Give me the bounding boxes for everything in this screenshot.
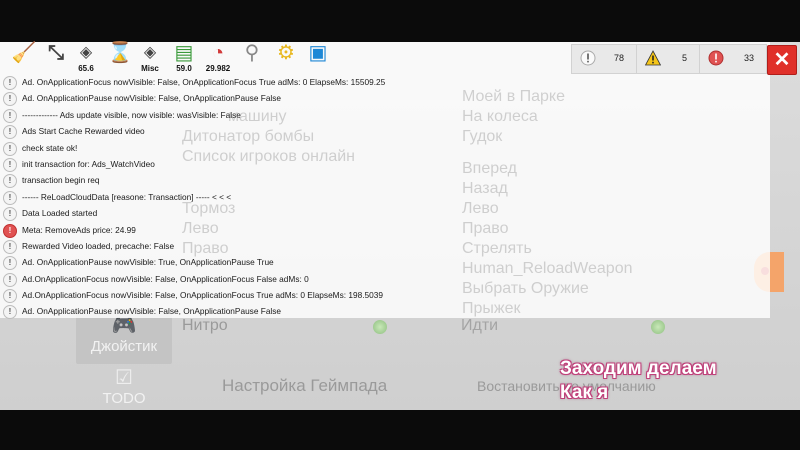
warning-filter-toggle[interactable]: 5	[636, 44, 700, 74]
todo-label: TODO	[102, 390, 146, 407]
log-row[interactable]: ! Data Loaded started	[0, 205, 770, 222]
video-caption-line-1: Заходим делаем	[560, 358, 717, 379]
time-button[interactable]: ◔ 29.982	[202, 42, 234, 74]
log-message: Ad. OnApplicationPause nowVisible: False…	[22, 93, 282, 104]
search-button[interactable]: ⚲	[236, 42, 268, 74]
fps-value: 65.6	[78, 64, 94, 73]
log-message: ------ ReLoadCloudData [reasone: Transac…	[22, 191, 232, 202]
log-message: Rewarded Video loaded, precache: False	[22, 240, 175, 251]
timer-button[interactable]: ⌛	[104, 42, 136, 74]
log-filter-toggle[interactable]: 78	[571, 44, 637, 74]
unity-logo-icon: ◈	[79, 44, 93, 61]
gear-info-icon: ⚙	[277, 42, 295, 64]
log-row[interactable]: ! Ad.OnApplicationFocus nowVisible: False…	[0, 287, 770, 304]
info-icon: !	[3, 207, 17, 222]
log-message: Ad. OnApplicationPause nowVisible: False…	[22, 306, 282, 317]
log-message: Ad.OnApplicationFocus nowVisible: False,…	[22, 273, 309, 284]
log-message: Ad.OnApplicationFocus nowVisible: False,…	[22, 290, 383, 301]
memory-button[interactable]: ▤ 59.0	[168, 42, 200, 74]
log-row[interactable]: ! Ad. OnApplicationPause nowVisible: Fals…	[0, 90, 770, 107]
fps-button[interactable]: ◈ 65.6	[70, 42, 102, 74]
walk-toggle[interactable]	[651, 320, 665, 334]
log-message: Ads Start Cache Rewarded video	[22, 126, 145, 137]
info-icon: !	[3, 289, 17, 304]
log-row[interactable]: ! transaction begin req	[0, 172, 770, 189]
close-console-button[interactable]: ✕	[767, 45, 797, 75]
info-icon: !	[3, 256, 17, 271]
gamepad-settings-button[interactable]: Настройка Геймпада	[222, 376, 387, 396]
log-message: Data Loaded started	[22, 208, 98, 219]
log-row[interactable]: ! ------------- Ads update visible, now v…	[0, 107, 770, 123]
info-icon: !	[3, 305, 17, 320]
nitro-toggle[interactable]	[373, 320, 387, 334]
error-filter-toggle[interactable]: 33	[699, 44, 767, 74]
log-row[interactable]: ! Meta: RemoveAds price: 24.99	[0, 222, 770, 238]
log-message: check state ok!	[22, 142, 78, 153]
error-count: 33	[743, 53, 754, 63]
info-icon: !	[3, 125, 17, 140]
broom-icon: 🧹	[11, 42, 37, 64]
todo-sidebar-button[interactable]: ☑ TODO	[76, 364, 172, 410]
log-row[interactable]: ! ------ ReLoadCloudData [reasone: Transa…	[0, 189, 770, 205]
info-bubble-icon	[580, 50, 596, 66]
log-row[interactable]: ! Ad. OnApplicationPause nowVisible: True…	[0, 254, 770, 271]
magnifier-icon: ⚲	[244, 42, 260, 64]
info-icon: !	[3, 157, 17, 172]
ram-chip-icon: ▤	[174, 42, 194, 64]
log-count: 78	[613, 53, 624, 63]
error-circle-icon	[708, 50, 724, 66]
unity-logo-icon: ◈	[143, 44, 157, 61]
log-row[interactable]: ! init transaction for: Ads_WatchVideo	[0, 156, 770, 172]
log-message: transaction begin req	[22, 175, 100, 186]
misc-label: Misc	[141, 64, 159, 73]
info-icon: !	[3, 76, 17, 90]
joystick-label: Джойстик	[90, 338, 158, 355]
info-icon: !	[3, 92, 17, 107]
log-message: Ad. OnApplicationFocus nowVisible: False…	[22, 77, 386, 87]
collapse-arrows-icon: ⤡	[48, 42, 64, 64]
log-message: ------------- Ads update visible, now vi…	[22, 109, 241, 120]
log-row[interactable]: ! check state ok!	[0, 140, 770, 156]
settings-info-button[interactable]: ⚙	[270, 42, 302, 74]
close-icon: ✕	[773, 49, 791, 71]
warning-count: 5	[681, 53, 687, 63]
info-icon: !	[3, 272, 17, 287]
log-row[interactable]: ! Ad. OnApplicationPause nowVisible: Fals…	[0, 303, 770, 320]
info-icon: !	[3, 108, 17, 123]
save-button[interactable]: ▣	[302, 42, 334, 74]
console-toolbar: 🧹 ⤡ ◈ 65.6 ⌛ ◈ Misc ▤ 59.0 ◔ 29.982 ⚲ ⚙	[0, 42, 800, 74]
hourglass-icon: ⌛	[107, 42, 133, 64]
info-icon: !	[3, 141, 17, 156]
error-icon: !	[3, 223, 17, 238]
video-caption-line-2: Как я	[560, 382, 609, 403]
log-list[interactable]: ! Ad. OnApplicationFocus nowVisible: Fals…	[0, 74, 770, 320]
gauge-icon: ◔	[211, 42, 225, 64]
time-value: 29.982	[205, 64, 231, 73]
debug-console: 🧹 ⤡ ◈ 65.6 ⌛ ◈ Misc ▤ 59.0 ◔ 29.982 ⚲ ⚙	[0, 42, 770, 320]
info-icon: !	[3, 190, 17, 205]
info-icon: !	[3, 174, 17, 189]
log-row[interactable]: ! Ads Start Cache Rewarded video	[0, 123, 770, 140]
log-message: Ad. OnApplicationPause nowVisible: True,…	[22, 257, 274, 268]
log-row[interactable]: ! Ad.OnApplicationFocus nowVisible: False…	[0, 271, 770, 287]
clear-button[interactable]: 🧹	[8, 42, 40, 74]
calendar-check-icon: ☑	[115, 367, 133, 389]
info-icon: !	[3, 239, 17, 254]
letterbox-bottom	[0, 410, 800, 450]
warning-triangle-icon	[645, 50, 661, 66]
collapse-button[interactable]: ⤡	[40, 42, 72, 74]
floppy-disk-icon: ▣	[308, 42, 328, 64]
misc-button[interactable]: ◈ Misc	[134, 42, 166, 74]
log-row[interactable]: ! Ad. OnApplicationFocus nowVisible: Fals…	[0, 74, 770, 90]
letterbox-top	[0, 0, 800, 42]
log-message: init transaction for: Ads_WatchVideo	[22, 158, 155, 169]
log-row[interactable]: ! Rewarded Video loaded, precache: False	[0, 238, 770, 254]
log-message: Meta: RemoveAds price: 24.99	[22, 224, 136, 235]
memory-value: 59.0	[176, 64, 192, 73]
